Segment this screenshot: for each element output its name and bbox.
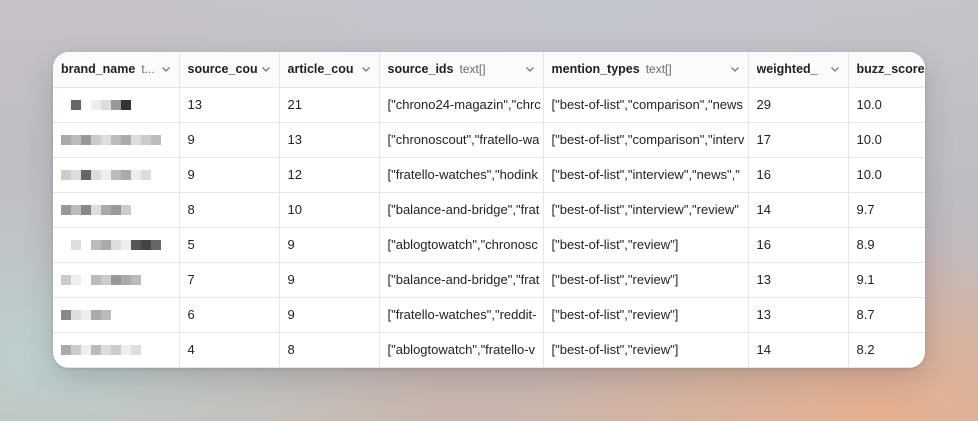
cell-source-ids[interactable]: ["balance-and-bridge","frat: [379, 262, 544, 298]
redacted-pixelated-text: [61, 123, 171, 157]
cell-source-count[interactable]: 5: [179, 227, 280, 263]
cell-article-count[interactable]: 12: [279, 157, 380, 193]
cell-weighted[interactable]: 17: [748, 122, 849, 158]
redacted-pixelated-text: [61, 263, 171, 297]
cell-brand-name-redacted[interactable]: [53, 332, 180, 368]
cell-buzz-score[interactable]: 9.1: [848, 262, 925, 298]
table-row[interactable]: 8 10 ["balance-and-bridge","frat ["best-of-…: [53, 192, 925, 228]
chevron-down-icon[interactable]: [257, 64, 271, 74]
cell-weighted[interactable]: 16: [748, 227, 849, 263]
column-header-label: article_cou: [287, 62, 354, 77]
chevron-down-icon[interactable]: [357, 64, 371, 74]
cell-article-count[interactable]: 10: [279, 192, 380, 228]
column-header-label: brand_name: [61, 62, 136, 77]
cell-source-ids[interactable]: ["fratello-watches","reddit-: [379, 297, 544, 333]
cell-mention-types[interactable]: ["best-of-list","review"]: [543, 227, 749, 263]
column-header-label: buzz_score: [856, 62, 925, 77]
redacted-pixelated-text: [61, 88, 171, 122]
cell-brand-name-redacted[interactable]: [53, 297, 180, 333]
cell-brand-name-redacted[interactable]: [53, 122, 180, 158]
cell-article-count[interactable]: 9: [279, 227, 380, 263]
cell-brand-name-redacted[interactable]: [53, 227, 180, 263]
column-header-mention-types[interactable]: mention_types text[]: [543, 52, 749, 88]
cell-source-count[interactable]: 13: [179, 87, 280, 123]
cell-article-count[interactable]: 9: [279, 297, 380, 333]
column-type-label: text[]: [645, 62, 672, 77]
cell-weighted[interactable]: 29: [748, 87, 849, 123]
cell-brand-name-redacted[interactable]: [53, 157, 180, 193]
cell-source-count[interactable]: 9: [179, 157, 280, 193]
cell-brand-name-redacted[interactable]: [53, 262, 180, 298]
cell-brand-name-redacted[interactable]: [53, 192, 180, 228]
cell-weighted[interactable]: 16: [748, 157, 849, 193]
cell-weighted[interactable]: 14: [748, 192, 849, 228]
column-header-buzz-score[interactable]: buzz_score: [848, 52, 925, 88]
cell-buzz-score[interactable]: 8.2: [848, 332, 925, 368]
cell-mention-types[interactable]: ["best-of-list","review"]: [543, 262, 749, 298]
cell-buzz-score[interactable]: 8.9: [848, 227, 925, 263]
redacted-pixelated-text: [61, 193, 171, 227]
chevron-down-icon[interactable]: [826, 64, 840, 74]
table-row[interactable]: 9 12 ["fratello-watches","hodink ["best-of-…: [53, 157, 925, 193]
table-row[interactable]: 9 13 ["chronoscout","fratello-wa ["best-of-…: [53, 122, 925, 158]
cell-source-ids[interactable]: ["balance-and-bridge","frat: [379, 192, 544, 228]
cell-article-count[interactable]: 21: [279, 87, 380, 123]
cell-buzz-score[interactable]: 9.7: [848, 192, 925, 228]
column-header-weighted[interactable]: weighted_: [748, 52, 849, 88]
cell-article-count[interactable]: 9: [279, 262, 380, 298]
column-header-article-count[interactable]: article_cou: [279, 52, 380, 88]
cell-source-count[interactable]: 7: [179, 262, 280, 298]
cell-mention-types[interactable]: ["best-of-list","review"]: [543, 297, 749, 333]
column-header-label: mention_types: [551, 62, 640, 77]
redacted-pixelated-text: [61, 228, 171, 262]
cell-source-ids[interactable]: ["ablogtowatch","chronosc: [379, 227, 544, 263]
column-header-brand-name[interactable]: brand_name t...: [53, 52, 180, 88]
cell-weighted[interactable]: 13: [748, 262, 849, 298]
table-row[interactable]: 5 9 ["ablogtowatch","chronosc ["best-of-lis…: [53, 227, 925, 263]
results-table: brand_name t... source_cou article_cou s…: [53, 52, 925, 368]
cell-buzz-score[interactable]: 10.0: [848, 122, 925, 158]
redacted-pixelated-text: [61, 298, 171, 332]
cell-buzz-score[interactable]: 8.7: [848, 297, 925, 333]
column-header-label: source_cou: [187, 62, 257, 77]
cell-source-count[interactable]: 4: [179, 332, 280, 368]
chevron-down-icon[interactable]: [157, 64, 171, 74]
table-row[interactable]: 13 21 ["chrono24-magazin","chrc ["best-of-l…: [53, 87, 925, 123]
column-header-label: weighted_: [756, 62, 818, 77]
column-type-label: text[]: [459, 62, 486, 77]
cell-source-ids[interactable]: ["ablogtowatch","fratello-v: [379, 332, 544, 368]
cell-weighted[interactable]: 14: [748, 332, 849, 368]
cell-source-count[interactable]: 6: [179, 297, 280, 333]
table-body: 13 21 ["chrono24-magazin","chrc ["best-of-l…: [53, 87, 925, 368]
cell-mention-types[interactable]: ["best-of-list","comparison","interv: [543, 122, 749, 158]
table-row[interactable]: 4 8 ["ablogtowatch","fratello-v ["best-of-l…: [53, 332, 925, 368]
chevron-down-icon[interactable]: [726, 64, 740, 74]
cell-mention-types[interactable]: ["best-of-list","interview","news",": [543, 157, 749, 193]
cell-source-ids[interactable]: ["fratello-watches","hodink: [379, 157, 544, 193]
table-header-row: brand_name t... source_cou article_cou s…: [53, 52, 925, 88]
column-header-source-ids[interactable]: source_ids text[]: [379, 52, 544, 88]
cell-buzz-score[interactable]: 10.0: [848, 157, 925, 193]
cell-article-count[interactable]: 13: [279, 122, 380, 158]
cell-source-ids[interactable]: ["chronoscout","fratello-wa: [379, 122, 544, 158]
column-type-label: t...: [141, 62, 155, 77]
cell-weighted[interactable]: 13: [748, 297, 849, 333]
cell-source-ids[interactable]: ["chrono24-magazin","chrc: [379, 87, 544, 123]
table-row[interactable]: 7 9 ["balance-and-bridge","frat ["best-of-l…: [53, 262, 925, 298]
results-window: brand_name t... source_cou article_cou s…: [53, 52, 925, 368]
cell-mention-types[interactable]: ["best-of-list","review"]: [543, 332, 749, 368]
column-header-label: source_ids: [387, 62, 454, 77]
cell-brand-name-redacted[interactable]: [53, 87, 180, 123]
table-row[interactable]: 6 9 ["fratello-watches","reddit- ["best-of-…: [53, 297, 925, 333]
cell-mention-types[interactable]: ["best-of-list","comparison","news: [543, 87, 749, 123]
redacted-pixelated-text: [61, 158, 171, 192]
redacted-pixelated-text: [61, 333, 171, 367]
chevron-down-icon[interactable]: [521, 64, 535, 74]
cell-source-count[interactable]: 9: [179, 122, 280, 158]
cell-buzz-score[interactable]: 10.0: [848, 87, 925, 123]
cell-source-count[interactable]: 8: [179, 192, 280, 228]
column-header-source-count[interactable]: source_cou: [179, 52, 280, 88]
cell-mention-types[interactable]: ["best-of-list","interview","review": [543, 192, 749, 228]
cell-article-count[interactable]: 8: [279, 332, 380, 368]
